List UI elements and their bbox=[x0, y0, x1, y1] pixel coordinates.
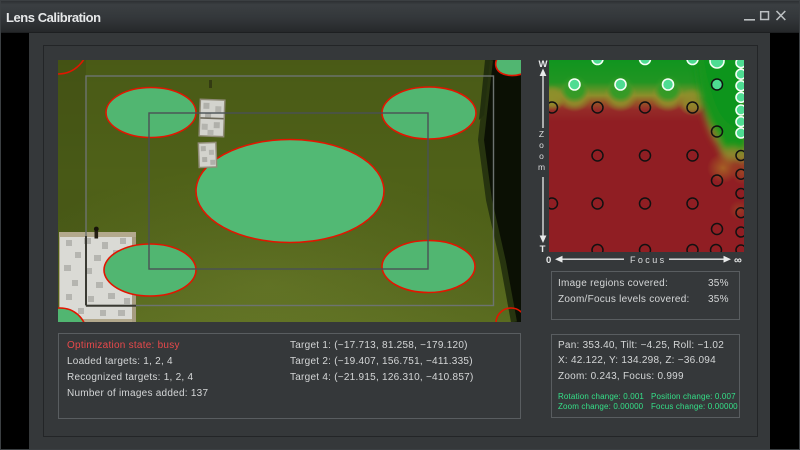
svg-text:Z: Z bbox=[539, 129, 544, 139]
svg-text:0: 0 bbox=[546, 255, 551, 266]
svg-text:o: o bbox=[539, 140, 544, 150]
svg-text:Focus: Focus bbox=[630, 255, 667, 265]
svg-text:m: m bbox=[538, 162, 545, 172]
svg-text:o: o bbox=[539, 151, 544, 161]
svg-text:∞: ∞ bbox=[734, 255, 742, 267]
svg-text:W: W bbox=[539, 59, 548, 70]
